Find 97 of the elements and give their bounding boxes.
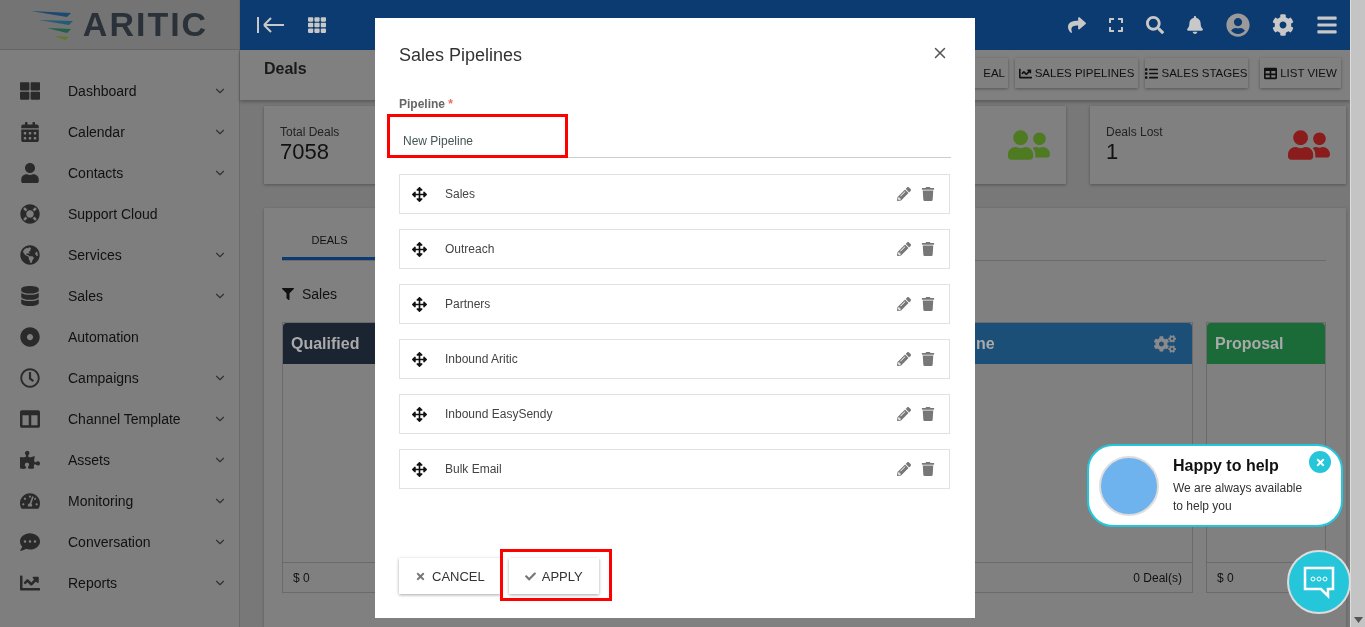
sidebar-item[interactable]: Assets <box>0 439 239 480</box>
chat-message: We are always available to help you <box>1173 479 1304 515</box>
pipeline-row[interactable]: Inbound Aritic <box>399 339 950 379</box>
toolbar-button[interactable]: SALES STAGES <box>1145 58 1248 88</box>
calendar-icon <box>20 121 40 142</box>
move-icon[interactable] <box>412 461 427 477</box>
filter-value[interactable]: Sales <box>302 286 338 302</box>
move-icon[interactable] <box>412 406 427 422</box>
grid-icon[interactable] <box>308 16 326 34</box>
move-icon[interactable] <box>412 351 427 367</box>
page-title: Deals <box>264 60 307 78</box>
dialog-title: Sales Pipelines <box>399 45 523 66</box>
stage-footer-text: $ 0 <box>1217 570 1234 585</box>
pipeline-name: Partners <box>445 297 492 311</box>
trash-icon[interactable] <box>921 187 935 201</box>
sidebar-item[interactable]: Reports <box>0 562 239 603</box>
pipeline-name: Sales <box>445 187 477 201</box>
search-icon[interactable] <box>1146 16 1164 34</box>
gears-icon[interactable] <box>1154 332 1176 355</box>
stat-label: Total Deals <box>280 125 340 139</box>
stage-footer-text: $ 0 <box>293 570 310 585</box>
pipeline-name: Inbound EasySendy <box>445 407 554 421</box>
pipeline-row[interactable]: Bulk Email <box>399 449 950 489</box>
pipeline-row[interactable]: Sales <box>399 174 950 214</box>
gauge-icon <box>20 490 40 511</box>
sidebar-item[interactable]: Dashboard <box>0 70 239 111</box>
menu-icon[interactable] <box>1316 14 1338 36</box>
checkmark-icon <box>524 570 536 582</box>
grid-icon <box>20 80 40 101</box>
logo-text: ARITIC <box>82 5 209 44</box>
move-icon[interactable] <box>412 241 427 257</box>
sidebar-item[interactable]: Campaigns <box>0 357 239 398</box>
sidebar-item[interactable]: Calendar <box>0 111 239 152</box>
list-icon <box>1145 66 1159 80</box>
sidebar-item[interactable]: Contacts <box>0 152 239 193</box>
sidebar-item[interactable]: Automation <box>0 316 239 357</box>
field-label: Pipeline * <box>399 97 454 111</box>
pipeline-row[interactable]: Inbound EasySendy <box>399 394 950 434</box>
toolbar-button[interactable]: LIST VIEW <box>1260 58 1341 88</box>
pipeline-name: Outreach <box>445 242 496 256</box>
stage-title: Proposal <box>1215 334 1284 353</box>
trash-icon[interactable] <box>921 297 935 311</box>
trash-icon[interactable] <box>921 407 935 421</box>
sidebar-item[interactable]: Services <box>0 234 239 275</box>
table-icon <box>1264 66 1278 80</box>
filter-icon <box>282 288 294 300</box>
move-icon[interactable] <box>412 186 427 202</box>
chat-icon <box>1302 565 1336 599</box>
cancel-button[interactable]: CANCEL <box>399 558 501 594</box>
move-icon[interactable] <box>412 296 427 312</box>
sidebar-item[interactable]: Conversation <box>0 521 239 562</box>
pencil-icon[interactable] <box>897 407 911 421</box>
stage-footer-text: 0 Deal(s) <box>1133 570 1182 585</box>
trash-icon[interactable] <box>921 462 935 476</box>
speech-bubble-icon <box>20 531 40 552</box>
sidebar-item[interactable]: Sales <box>0 275 239 316</box>
user-icon <box>20 162 40 183</box>
avatar-icon[interactable] <box>1226 13 1250 37</box>
pipeline-input[interactable]: New Pipeline <box>399 114 951 158</box>
puzzle-icon <box>20 449 40 470</box>
pencil-icon[interactable] <box>897 297 911 311</box>
sidebar-item[interactable]: Support Cloud <box>0 193 239 234</box>
sidebar-item[interactable]: Channel Template <box>0 398 239 439</box>
close-icon <box>1314 456 1326 468</box>
trash-icon[interactable] <box>921 242 935 256</box>
line-chart-icon <box>1018 66 1032 80</box>
columns-icon <box>20 408 40 429</box>
apply-button[interactable]: APPLY <box>508 558 599 594</box>
lifebuoy-icon <box>20 203 40 224</box>
pencil-icon[interactable] <box>897 352 911 366</box>
globe-icon <box>20 244 40 265</box>
scroll-down-icon[interactable] <box>1353 617 1363 623</box>
bell-icon[interactable] <box>1186 16 1204 34</box>
chat-title: Happy to help <box>1173 456 1279 475</box>
pipeline-row[interactable]: Outreach <box>399 229 950 269</box>
stat-label: Deals Lost <box>1106 125 1163 139</box>
stage-title: ne <box>976 334 995 353</box>
stage-title: Qualified <box>291 334 360 353</box>
target-icon <box>20 326 40 347</box>
trash-icon[interactable] <box>921 352 935 366</box>
stat-value: 7058 <box>280 139 329 165</box>
share-icon[interactable] <box>1068 16 1086 34</box>
pencil-icon[interactable] <box>897 242 911 256</box>
pipeline-name: Inbound Aritic <box>445 352 519 366</box>
toolbar-button[interactable]: SALES PIPELINES <box>1015 58 1138 88</box>
pencil-icon[interactable] <box>897 187 911 201</box>
database-icon <box>20 285 40 306</box>
clock-icon <box>20 367 40 388</box>
close-icon <box>415 570 426 582</box>
settings-icon[interactable] <box>1272 14 1294 36</box>
stat-value: 1 <box>1106 139 1119 165</box>
fullscreen-icon[interactable] <box>1108 17 1124 33</box>
collapse-arrow-icon[interactable] <box>256 15 286 35</box>
pipeline-name: Bulk Email <box>445 462 503 476</box>
pencil-icon[interactable] <box>897 462 911 476</box>
pipeline-row[interactable]: Partners <box>399 284 950 324</box>
sidebar-item[interactable]: Monitoring <box>0 480 239 521</box>
